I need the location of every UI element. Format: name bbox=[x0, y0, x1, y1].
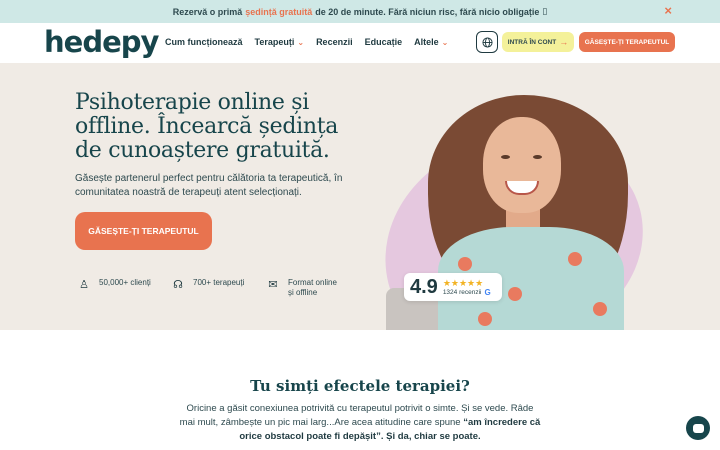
stat-text: 700+ terapeuți bbox=[193, 278, 245, 287]
nav-item-label: Educație bbox=[364, 37, 403, 47]
section-title: Tu simți efectele terapiei? bbox=[250, 377, 470, 395]
find-therapist-hero-button[interactable]: GĂSEȘTE-ȚI TERAPEUTUL bbox=[75, 212, 212, 250]
flower-pattern bbox=[508, 287, 522, 301]
site-header: hedepy Cum funcționează Terapeuți ⌄ Rece… bbox=[0, 23, 720, 63]
login-label: INTRĂ ÎN CONT bbox=[507, 38, 557, 46]
stat-format: ✉ Format online și offline bbox=[266, 278, 340, 298]
nav-item-other[interactable]: Altele ⌄ bbox=[414, 37, 448, 47]
flower-pattern bbox=[478, 312, 492, 326]
login-button[interactable]: INTRĂ ÎN CONT → bbox=[502, 32, 574, 52]
smile-shape bbox=[505, 181, 539, 195]
rating-score: 4.9 bbox=[410, 275, 438, 298]
find-therapist-header-button[interactable]: GĂSEȘTE-ȚI TERAPEUTUL bbox=[579, 32, 675, 52]
face-shape bbox=[483, 117, 561, 213]
person-icon: ♙ bbox=[79, 279, 89, 291]
language-button[interactable] bbox=[476, 31, 498, 53]
nav-item-education[interactable]: Educație bbox=[365, 37, 403, 47]
google-icon: G bbox=[484, 287, 491, 297]
chevron-down-icon: ⌄ bbox=[441, 37, 449, 47]
promo-text-before: Rezervă o primă bbox=[172, 6, 243, 17]
flower-pattern bbox=[568, 252, 582, 266]
promo-glyph: ▯ bbox=[542, 6, 548, 16]
nav-item-label: Altele bbox=[414, 37, 439, 47]
chat-icon: ✉ bbox=[268, 279, 278, 291]
hero-title: Psihoterapie online și offline. Încearcă… bbox=[75, 90, 339, 163]
chevron-down-icon: ⌄ bbox=[297, 37, 305, 47]
headset-icon: ☊ bbox=[173, 279, 183, 291]
chat-launcher-button[interactable] bbox=[686, 416, 710, 440]
nav-item-therapists[interactable]: Terapeuți ⌄ bbox=[255, 37, 305, 47]
main-nav: Cum funcționează Terapeuți ⌄ Recenzii Ed… bbox=[165, 37, 448, 47]
star-rating-icon: ★★★★★ bbox=[442, 277, 484, 288]
rating-reviews: 1324 recenzii G bbox=[443, 288, 491, 297]
stat-text: 50,000+ clienți bbox=[99, 278, 151, 287]
rating-details: ★★★★★ 1324 recenzii G bbox=[443, 278, 491, 297]
nav-item-label: Terapeuți bbox=[254, 37, 295, 47]
flower-pattern bbox=[593, 302, 607, 316]
arrow-right-icon: → bbox=[559, 37, 569, 47]
stat-clients: ♙ 50,000+ clienți bbox=[77, 278, 151, 292]
promo-highlight: ședință gratuită bbox=[245, 6, 313, 17]
chat-bubble-icon bbox=[692, 423, 704, 433]
promo-bar: Rezervă o primă ședință gratuită de 20 d… bbox=[0, 0, 720, 23]
logo[interactable]: hedepy bbox=[44, 25, 159, 59]
nav-item-label: Recenzii bbox=[316, 37, 353, 47]
rating-card: 4.9 ★★★★★ 1324 recenzii G bbox=[404, 273, 502, 301]
review-count: 1324 recenzii bbox=[442, 288, 482, 296]
promo-text-after: de 20 de minute. Fără niciun risc, fără … bbox=[315, 6, 540, 17]
stat-text: Format online și offline bbox=[288, 278, 337, 297]
hero-section: Psihoterapie online și offline. Încearcă… bbox=[0, 63, 720, 330]
promo-close-icon[interactable]: × bbox=[664, 4, 672, 18]
hero-subtitle: Găsește partenerul perfect pentru călăto… bbox=[75, 173, 343, 198]
globe-icon bbox=[481, 36, 493, 48]
section-text: Oricine a găsit conexiunea potrivită cu … bbox=[178, 402, 542, 444]
eye-shape bbox=[533, 155, 542, 159]
nav-item-how-it-works[interactable]: Cum funcționează bbox=[165, 37, 243, 47]
eye-shape bbox=[501, 155, 510, 159]
nav-item-label: Cum funcționează bbox=[165, 37, 243, 47]
stat-therapists: ☊ 700+ terapeuți bbox=[171, 278, 245, 292]
nav-item-reviews[interactable]: Recenzii bbox=[316, 37, 353, 47]
flower-pattern bbox=[458, 257, 472, 271]
